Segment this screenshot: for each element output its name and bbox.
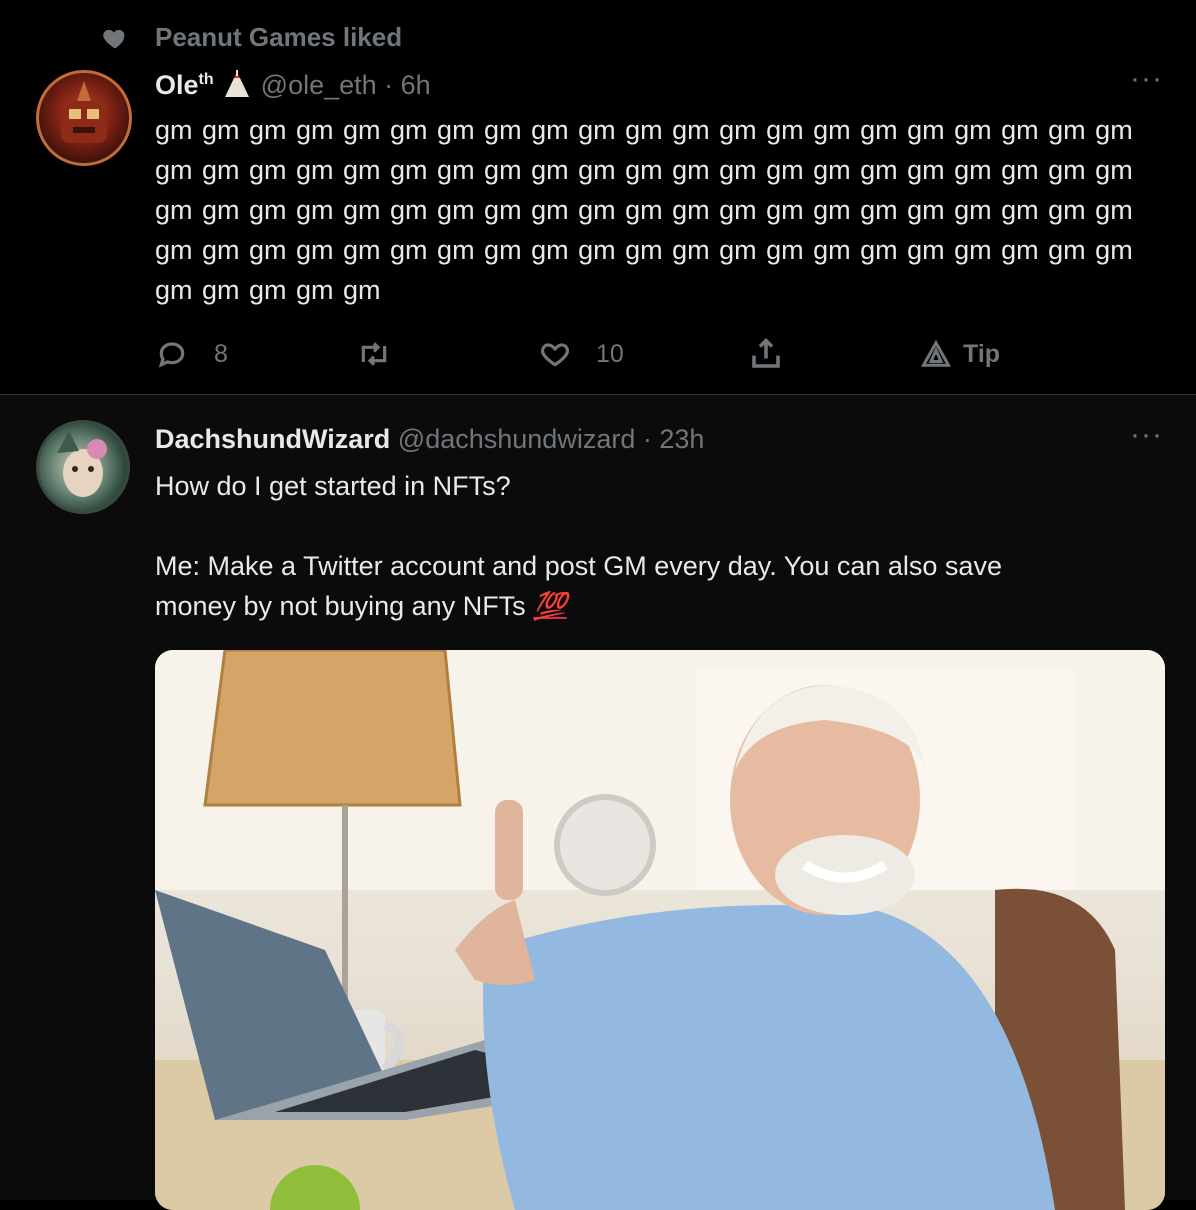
like-count: 10 <box>596 339 624 368</box>
tip-button[interactable]: Tip <box>919 334 1000 374</box>
like-button[interactable]: 10 <box>538 334 624 374</box>
avatar[interactable] <box>36 70 132 166</box>
reply-icon <box>158 342 185 368</box>
display-name-superscript: th <box>198 71 214 88</box>
tweet-1-header: Oleth @ole_eth · 6h <box>155 68 431 101</box>
tweet-text: gm gm gm gm gm gm gm gm gm gm gm gm gm g… <box>155 115 1133 305</box>
reply-count: 8 <box>214 339 228 368</box>
share-icon <box>752 337 780 368</box>
tip-triangle-icon <box>920 339 952 367</box>
tweet-text-line-3: money by not buying any NFTs <box>155 591 526 621</box>
photo-man-thumbs-up-laptop <box>155 650 1165 1210</box>
robot-avatar-icon <box>61 81 107 143</box>
tip-label: Tip <box>963 339 1001 368</box>
tweet-text-line-3-wrap: money by not buying any NFTs 💯 <box>155 586 567 626</box>
tweet-text-line-1: How do I get started in NFTs? <box>155 471 511 501</box>
handle-time[interactable]: @ole_eth · 6h <box>261 70 431 100</box>
more-options-icon[interactable]: ··· <box>1130 62 1163 96</box>
tweet-1[interactable]: Peanut Games liked Oleth @ole_eth · 6h ·… <box>0 0 1196 394</box>
retweet-icon <box>361 342 387 366</box>
tweet-2-header: DachshundWizard @dachshundwizard · 23h <box>155 424 704 455</box>
more-options-icon[interactable]: ··· <box>1130 418 1163 452</box>
heart-icon <box>103 29 125 49</box>
hundred-points-emoji: 💯 <box>533 591 567 621</box>
handle-time[interactable]: @dachshundwizard · 23h <box>398 424 705 454</box>
tweet-media-image[interactable] <box>155 650 1165 1210</box>
display-name[interactable]: DachshundWizard <box>155 424 390 454</box>
liked-banner: Peanut Games liked <box>155 22 403 52</box>
display-name[interactable]: Ole <box>155 70 199 100</box>
retweet-button[interactable] <box>356 334 392 374</box>
reply-button[interactable]: 8 <box>156 334 228 374</box>
avatar[interactable] <box>36 420 130 514</box>
heart-icon <box>540 343 570 367</box>
wizard-avatar-icon <box>57 431 107 497</box>
tweet-text-line-2: Me: Make a Twitter account and post GM e… <box>155 551 1002 581</box>
volcano-icon <box>225 70 250 97</box>
share-button[interactable] <box>748 334 784 374</box>
